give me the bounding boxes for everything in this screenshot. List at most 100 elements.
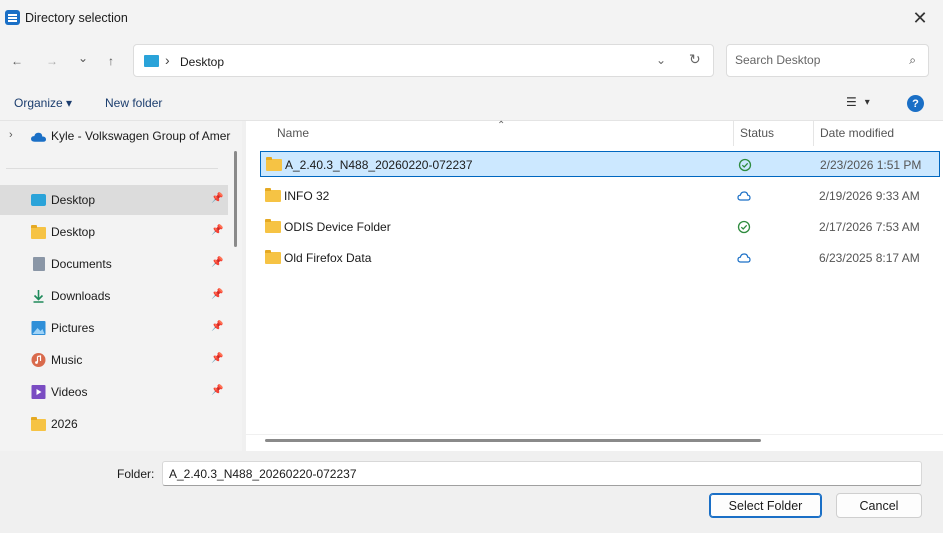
sidebar-item-desktop[interactable]: Desktop 📌	[0, 185, 228, 215]
pin-icon: 📌	[211, 193, 224, 204]
table-row[interactable]: Old Firefox Data 6/23/2025 8:17 AM	[260, 245, 940, 271]
chevron-down-icon: ▾	[864, 96, 870, 108]
view-options-button[interactable]: ☰ ▾	[846, 95, 870, 109]
footer: Folder: Select Folder Cancel	[0, 451, 943, 533]
sidebar-item-cloud-account[interactable]: › Kyle - Volkswagen Group of Amer	[0, 121, 231, 151]
sidebar-scrollbar[interactable]	[234, 151, 237, 247]
date-modified: 6/23/2025 8:17 AM	[819, 251, 920, 265]
file-name: A_2.40.3_N488_20260220-072237	[285, 158, 473, 172]
column-header-date-modified[interactable]: Date modified	[820, 126, 894, 140]
pictures-icon	[31, 321, 46, 335]
chevron-down-icon: ⌄	[77, 51, 89, 65]
command-bar: Organize ▾ New folder ☰ ▾ ?	[0, 86, 943, 121]
music-icon	[31, 353, 46, 367]
sidebar-item-pictures[interactable]: Pictures 📌	[0, 313, 228, 343]
desktop-icon	[31, 194, 46, 206]
documents-icon	[33, 257, 45, 271]
help-icon: ?	[912, 97, 919, 110]
folder-icon	[265, 250, 281, 264]
close-icon: ✕	[912, 7, 928, 28]
file-name: ODIS Device Folder	[284, 220, 391, 234]
folder-icon	[265, 219, 281, 233]
folder-input[interactable]	[162, 461, 922, 486]
horizontal-scrollbar[interactable]	[265, 439, 761, 442]
organize-button[interactable]: Organize ▾	[14, 96, 72, 110]
date-modified: 2/23/2026 1:51 PM	[820, 158, 922, 172]
pin-icon: 📌	[211, 385, 224, 396]
divider	[6, 168, 218, 169]
breadcrumb-separator-icon: ›	[165, 52, 170, 68]
back-button[interactable]: ←	[6, 50, 28, 72]
sidebar-item-downloads[interactable]: Downloads 📌	[0, 281, 228, 311]
navigation-pane: › Kyle - Volkswagen Group of Amer Deskto…	[0, 121, 242, 451]
refresh-button[interactable]: ↻	[689, 51, 701, 68]
recent-locations-button[interactable]: ⌄	[72, 47, 94, 69]
sidebar-item-2026[interactable]: 2026	[0, 409, 228, 439]
desktop-icon	[144, 55, 159, 67]
downloads-icon	[33, 290, 44, 303]
table-row[interactable]: INFO 32 2/19/2026 9:33 AM	[260, 183, 940, 209]
address-dropdown-button[interactable]: ⌄	[656, 53, 666, 67]
cloud-icon	[737, 191, 751, 201]
breadcrumb[interactable]: Desktop	[180, 55, 224, 69]
column-header-status[interactable]: Status	[740, 126, 774, 140]
address-bar[interactable]: › Desktop ⌄ ↻	[133, 44, 714, 77]
list-view-icon: ☰	[846, 95, 857, 109]
pin-icon: 📌	[211, 321, 224, 332]
navigation-bar: ← → ⌄ ↑ › Desktop ⌄ ↻ ⌕	[0, 36, 943, 86]
file-name: INFO 32	[284, 189, 330, 203]
synced-check-icon	[737, 220, 751, 234]
search-input[interactable]	[735, 53, 900, 67]
file-name: Old Firefox Data	[284, 251, 372, 265]
app-icon	[5, 10, 20, 25]
cancel-button[interactable]: Cancel	[836, 493, 922, 518]
pin-icon: 📌	[211, 225, 224, 236]
sidebar-item-label: Desktop	[51, 193, 96, 207]
table-row[interactable]: ODIS Device Folder 2/17/2026 7:53 AM	[260, 214, 940, 240]
divider	[246, 434, 943, 435]
new-folder-button[interactable]: New folder	[105, 96, 162, 110]
sidebar-item-label: Documents	[51, 257, 112, 271]
cloud-icon	[737, 253, 751, 263]
sidebar-item-label: 2026	[51, 417, 78, 431]
arrow-up-icon: ↑	[108, 54, 114, 68]
up-button[interactable]: ↑	[100, 50, 122, 72]
pin-icon: 📌	[211, 353, 224, 364]
file-list: ⌃ Name Status Date modified A_2.40.3_N48…	[246, 120, 943, 451]
column-header-name[interactable]: Name	[277, 126, 309, 140]
title-bar: Directory selection ✕	[0, 0, 943, 36]
chevron-right-icon[interactable]: ›	[9, 129, 13, 141]
forward-button[interactable]: →	[41, 50, 63, 72]
videos-icon	[31, 385, 46, 399]
folder-icon	[31, 417, 46, 431]
cloud-icon	[31, 132, 46, 142]
search-box[interactable]: ⌕	[726, 44, 929, 77]
sort-ascending-icon: ⌃	[497, 120, 506, 131]
folder-icon	[266, 157, 282, 171]
sidebar-item-label: Desktop	[51, 225, 96, 239]
column-separator	[813, 121, 814, 146]
arrow-left-icon: ←	[11, 54, 23, 68]
folder-icon	[31, 225, 46, 239]
window-title: Directory selection	[25, 11, 128, 25]
column-separator	[733, 121, 734, 146]
sidebar-item-documents[interactable]: Documents 📌	[0, 249, 228, 279]
help-button[interactable]: ?	[907, 95, 924, 112]
select-folder-button[interactable]: Select Folder	[709, 493, 822, 518]
sidebar-item-videos[interactable]: Videos 📌	[0, 377, 228, 407]
sidebar-item-label: Music	[51, 353, 83, 367]
pin-icon: 📌	[211, 257, 224, 268]
date-modified: 2/17/2026 7:53 AM	[819, 220, 920, 234]
close-button[interactable]: ✕	[897, 0, 943, 36]
pin-icon: 📌	[211, 289, 224, 300]
sidebar-item-desktop-folder[interactable]: Desktop 📌	[0, 217, 228, 247]
sidebar-item-label: Downloads	[51, 289, 111, 303]
folder-label: Folder:	[117, 467, 155, 481]
sidebar-item-label: Pictures	[51, 321, 95, 335]
sidebar-item-label: Kyle - Volkswagen Group of Amer	[51, 129, 231, 143]
sidebar-item-music[interactable]: Music 📌	[0, 345, 228, 375]
arrow-right-icon: →	[46, 54, 58, 68]
folder-icon	[265, 188, 281, 202]
table-row[interactable]: A_2.40.3_N488_20260220-072237 2/23/2026 …	[260, 151, 940, 177]
search-icon: ⌕	[909, 53, 916, 67]
